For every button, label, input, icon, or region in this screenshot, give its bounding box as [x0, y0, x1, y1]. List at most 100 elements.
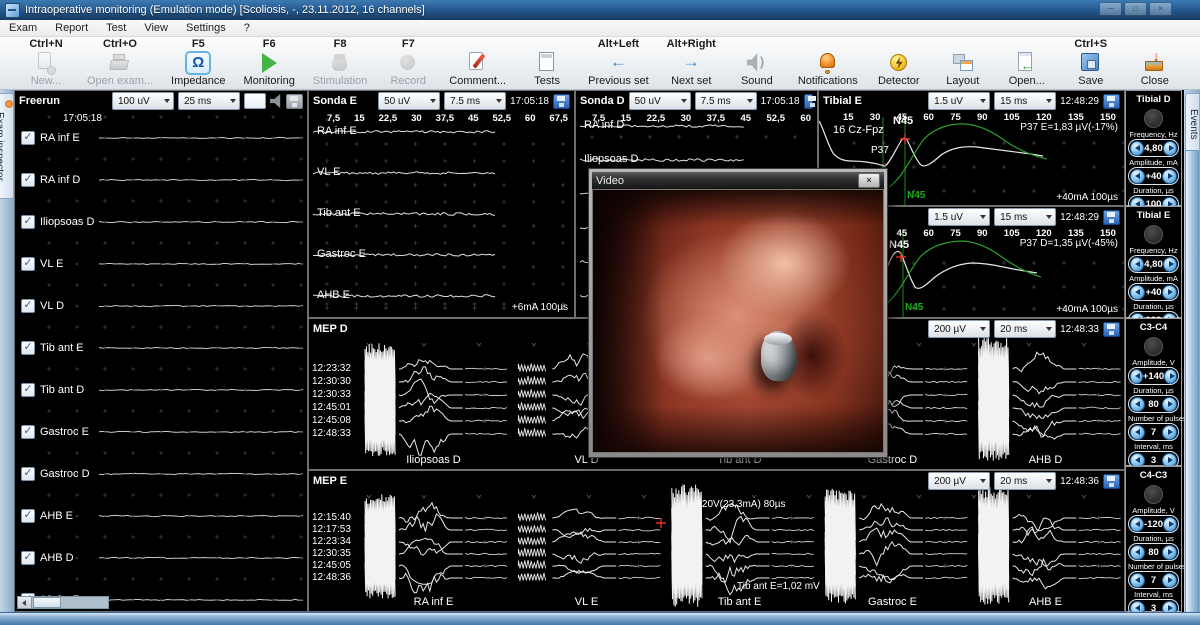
- toolbar-button[interactable]: F5 Impedance: [162, 37, 234, 89]
- channel-checkbox[interactable]: [21, 509, 35, 523]
- title-bar[interactable]: Intraoperative monitoring (Emulation mod…: [0, 0, 1200, 20]
- toolbar-button[interactable]: Close: [1123, 37, 1187, 89]
- channel-checkbox[interactable]: [21, 341, 35, 355]
- mep-d-timebase-select[interactable]: 20 ms: [994, 320, 1056, 338]
- menu-item[interactable]: Exam: [0, 20, 46, 36]
- menu-item[interactable]: Report: [46, 20, 97, 36]
- scroll-left-arrow[interactable]: [18, 597, 32, 608]
- decrement-button[interactable]: [1130, 545, 1145, 560]
- freerun-scale-select[interactable]: 100 uV: [112, 92, 174, 110]
- window-control-button[interactable]: ×: [1149, 2, 1172, 16]
- save-trace-icon[interactable]: [1103, 210, 1120, 225]
- increment-button[interactable]: [1163, 141, 1177, 156]
- exam-inspector-tab[interactable]: Exam inspector: [0, 93, 14, 199]
- toolbar-button[interactable]: Layout: [931, 37, 995, 89]
- mep-e-timebase-select[interactable]: 20 ms: [994, 472, 1056, 490]
- sonda-d-timebase-select[interactable]: 7.5 ms: [695, 92, 757, 110]
- toolbar-icon: [678, 51, 704, 75]
- video-title-bar[interactable]: Video ×: [592, 172, 884, 189]
- channel-checkbox[interactable]: [21, 173, 35, 187]
- tibial-e-timebase-select[interactable]: 15 ms: [994, 92, 1056, 110]
- decrement-button[interactable]: [1130, 257, 1144, 272]
- scroll-thumb[interactable]: [33, 597, 61, 608]
- toolbar-button[interactable]: Open...: [995, 37, 1059, 89]
- toolbar-button[interactable]: Notifications: [789, 37, 867, 89]
- tibial-d-timebase-select[interactable]: 15 ms: [994, 208, 1056, 226]
- toolbar-button[interactable]: F6 Monitoring: [234, 37, 303, 89]
- toolbar-button[interactable]: Sound: [725, 37, 789, 89]
- stimulator-indicator[interactable]: [1144, 485, 1163, 504]
- toolbar-button[interactable]: Alt+Left Previous set: [579, 37, 658, 89]
- events-tab[interactable]: Events: [1185, 93, 1199, 155]
- save-trace-icon[interactable]: [1103, 474, 1120, 489]
- decrement-button[interactable]: [1130, 425, 1145, 440]
- decrement-button[interactable]: [1130, 369, 1143, 384]
- vertical-scrollbar[interactable]: [1185, 150, 1199, 613]
- menu-item[interactable]: Settings: [177, 20, 235, 36]
- axis-tick: 60: [923, 112, 934, 123]
- tibial-e-scale-select[interactable]: 1.5 uV: [928, 92, 990, 110]
- video-window[interactable]: Video ×: [588, 168, 888, 458]
- toolbar-button[interactable]: Ctrl+O Open exam...: [78, 37, 162, 89]
- toolbar-button[interactable]: Tests: [515, 37, 579, 89]
- toolbar-button[interactable]: Alt+Right Next set: [658, 37, 725, 89]
- increment-button[interactable]: [1162, 545, 1177, 560]
- save-trace-icon[interactable]: [286, 94, 303, 109]
- stimulator-indicator[interactable]: [1144, 109, 1163, 128]
- channel-checkbox[interactable]: [21, 257, 35, 271]
- menu-item[interactable]: View: [135, 20, 177, 36]
- mep-d-scale-select[interactable]: 200 µV: [928, 320, 990, 338]
- increment-button[interactable]: [1162, 285, 1177, 300]
- tibial-d-scale-select[interactable]: 1.5 uV: [928, 208, 990, 226]
- save-trace-icon[interactable]: [804, 94, 813, 109]
- toolbar-button[interactable]: Alt+X Exit: [1187, 37, 1200, 89]
- save-trace-icon[interactable]: [1103, 94, 1120, 109]
- chevron-down-icon: [1046, 479, 1052, 483]
- sonda-e-timebase-select[interactable]: 7.5 ms: [444, 92, 506, 110]
- decrement-button[interactable]: [1130, 573, 1145, 588]
- channel-checkbox[interactable]: [21, 131, 35, 145]
- channel-checkbox[interactable]: [21, 299, 35, 313]
- chevron-down-icon: [496, 99, 502, 103]
- increment-button[interactable]: [1162, 425, 1177, 440]
- sonda-e-scale-select[interactable]: 50 uV: [378, 92, 440, 110]
- channel-checkbox[interactable]: [21, 383, 35, 397]
- channel-checkbox[interactable]: [21, 425, 35, 439]
- decrement-button[interactable]: [1130, 517, 1144, 532]
- decrement-button[interactable]: [1130, 397, 1145, 412]
- decrement-button[interactable]: [1130, 285, 1145, 300]
- axis-tick: 67,5: [549, 113, 568, 124]
- speaker-icon[interactable]: [270, 94, 282, 108]
- channel-checkbox[interactable]: [21, 551, 35, 565]
- increment-button[interactable]: [1164, 369, 1177, 384]
- save-trace-icon[interactable]: [1103, 322, 1120, 337]
- mep-e-scale-select[interactable]: 200 µV: [928, 472, 990, 490]
- window-control-button[interactable]: □: [1124, 2, 1147, 16]
- horizontal-scrollbar[interactable]: [17, 596, 109, 609]
- channel-checkbox[interactable]: [21, 215, 35, 229]
- save-trace-icon[interactable]: [553, 94, 570, 109]
- window-control-button[interactable]: ─: [1099, 2, 1122, 16]
- close-icon[interactable]: ×: [858, 173, 880, 188]
- increment-button[interactable]: [1163, 517, 1177, 532]
- increment-button[interactable]: [1162, 169, 1177, 184]
- increment-button[interactable]: [1162, 397, 1177, 412]
- toolbar-button[interactable]: Comment...: [440, 37, 515, 89]
- freerun-timebase-select[interactable]: 25 ms: [178, 92, 240, 110]
- stimulator-indicator[interactable]: [1144, 337, 1163, 356]
- decrement-button[interactable]: [1130, 141, 1144, 156]
- toolbar-button[interactable]: Detector: [867, 37, 931, 89]
- stimulator-indicator[interactable]: [1144, 225, 1163, 244]
- toolbar-button[interactable]: Ctrl+S Save: [1059, 37, 1123, 89]
- toolbar-button[interactable]: F7 Record: [376, 37, 440, 89]
- toolbar-button[interactable]: Ctrl+N New...: [14, 37, 78, 89]
- sonda-d-scale-select[interactable]: 50 uV: [629, 92, 691, 110]
- toolbar-button[interactable]: F8 Stimulation: [304, 37, 376, 89]
- decrement-button[interactable]: [1130, 169, 1145, 184]
- increment-button[interactable]: [1163, 257, 1177, 272]
- channel-checkbox[interactable]: [21, 467, 35, 481]
- marker-button[interactable]: [244, 93, 266, 109]
- menu-item[interactable]: Test: [97, 20, 135, 36]
- menu-item[interactable]: ?: [235, 20, 259, 36]
- increment-button[interactable]: [1162, 573, 1177, 588]
